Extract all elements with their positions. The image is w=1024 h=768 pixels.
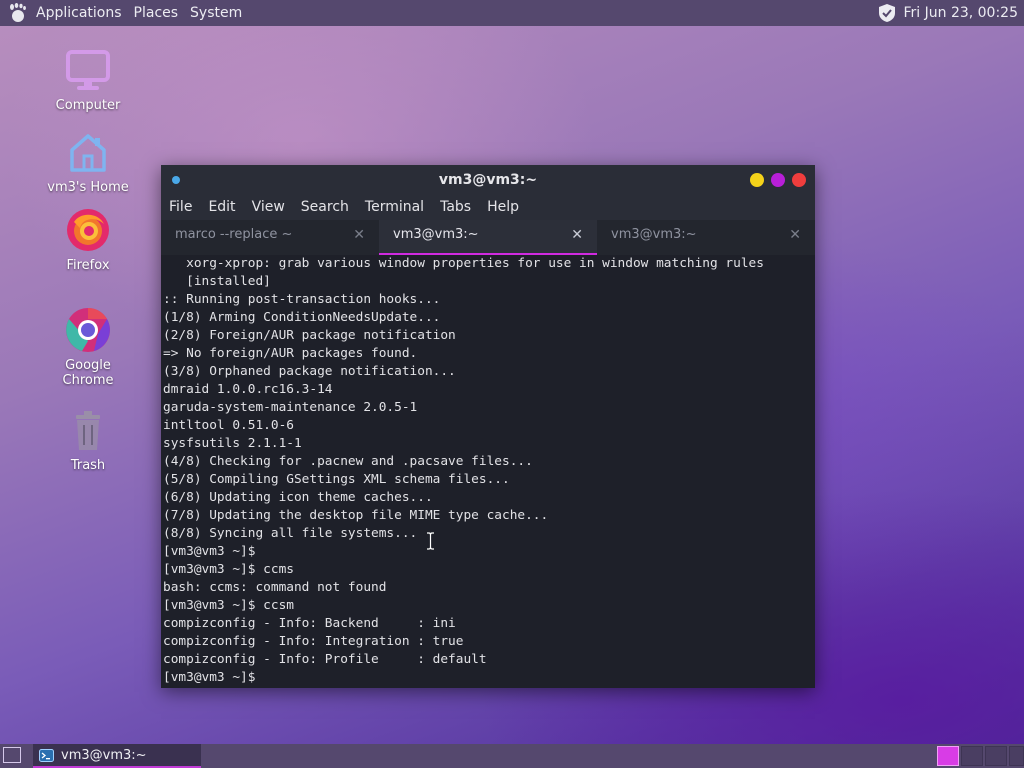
terminal-line: (1/8) Arming ConditionNeedsUpdate... — [163, 310, 441, 325]
tab-marco[interactable]: marco --replace ~ ✕ — [161, 220, 379, 255]
desktop-icon-trash[interactable]: Trash — [38, 406, 138, 473]
terminal-line: (4/8) Checking for .pacnew and .pacsave … — [163, 454, 533, 469]
terminal-line: => No foreign/AUR packages found. — [163, 346, 418, 361]
maximize-button[interactable] — [771, 173, 785, 187]
menu-view[interactable]: View — [244, 195, 293, 220]
terminal-icon — [39, 749, 54, 762]
terminal-line: intltool 0.51.0-6 — [163, 418, 294, 433]
desktop-icon-firefox[interactable]: Firefox — [38, 206, 138, 273]
desktop-icon-chrome[interactable]: Google Chrome — [38, 306, 138, 388]
terminal-line: [installed] — [163, 274, 271, 289]
home-icon — [70, 134, 106, 172]
terminal-line: (8/8) Syncing all file systems... — [163, 526, 418, 541]
i-beam-cursor-icon — [427, 532, 434, 550]
trash-icon — [76, 411, 100, 450]
close-tab-icon[interactable]: ✕ — [353, 220, 365, 250]
terminal-line: (6/8) Updating icon theme caches... — [163, 490, 433, 505]
terminal-line: [vm3@vm3 ~]$ ccms — [163, 562, 294, 577]
terminal-line: (3/8) Orphaned package notification... — [163, 364, 456, 379]
terminal-line: xorg-xprop: grab various window properti… — [163, 256, 764, 271]
chrome-icon — [66, 308, 110, 352]
terminal-line: [vm3@vm3 ~]$ ccsm — [163, 598, 294, 613]
top-panel-tray: Fri Jun 23, 00:25 — [877, 3, 1024, 23]
workspace-4-button[interactable] — [1009, 746, 1024, 766]
tab-vm3-active[interactable]: vm3@vm3:~ ✕ — [379, 220, 597, 255]
taskbar-item-terminal[interactable]: vm3@vm3:~ — [33, 744, 201, 768]
terminal-line: sysfsutils 2.1.1-1 — [163, 436, 302, 451]
top-panel: Applications Places System Fri Jun 23, 0… — [0, 0, 1024, 26]
minimize-button[interactable] — [750, 173, 764, 187]
desktop-icon-label: Google Chrome — [62, 358, 114, 388]
close-button[interactable] — [792, 173, 806, 187]
tab-vm3[interactable]: vm3@vm3:~ ✕ — [597, 220, 815, 255]
desktop-icon-label: Firefox — [66, 258, 110, 273]
terminal-line: compizconfig - Info: Integration : true — [163, 634, 464, 649]
taskbar-item-label: vm3@vm3:~ — [61, 748, 147, 763]
gnome-foot-icon[interactable] — [8, 3, 28, 23]
bottom-panel: vm3@vm3:~ — [0, 744, 1024, 768]
tab-label: vm3@vm3:~ — [611, 227, 697, 242]
desktop-icon-computer[interactable]: Computer — [38, 46, 138, 113]
menu-terminal[interactable]: Terminal — [357, 195, 432, 220]
terminal-prompt: [vm3@vm3 ~]$ — [163, 670, 256, 685]
desktop-icon-label: Computer — [55, 98, 121, 113]
workspace-3-button[interactable] — [985, 746, 1007, 766]
terminal-line: compizconfig - Info: Backend : ini — [163, 616, 456, 631]
tab-label: vm3@vm3:~ — [393, 227, 479, 242]
close-tab-icon[interactable]: ✕ — [789, 220, 801, 250]
menu-system[interactable]: System — [184, 0, 248, 26]
menu-edit[interactable]: Edit — [200, 195, 243, 220]
terminal-line: garuda-system-maintenance 2.0.5-1 — [163, 400, 418, 415]
terminal-line: compizconfig - Info: Profile : default — [163, 652, 487, 667]
menu-file[interactable]: File — [161, 195, 200, 220]
menu-tabs[interactable]: Tabs — [432, 195, 479, 220]
terminal-output[interactable]: xorg-xprop: grab various window properti… — [161, 255, 815, 688]
window-title: vm3@vm3:~ — [438, 172, 538, 188]
show-desktop-button[interactable] — [3, 747, 21, 763]
menu-search[interactable]: Search — [293, 195, 357, 220]
tab-bar: marco --replace ~ ✕ vm3@vm3:~ ✕ vm3@vm3:… — [161, 220, 815, 255]
workspace-2-button[interactable] — [961, 746, 983, 766]
terminal-line: (2/8) Foreign/AUR package notification — [163, 328, 456, 343]
terminal-line: (5/8) Compiling GSettings XML schema fil… — [163, 472, 510, 487]
terminal-line: dmraid 1.0.0.rc16.3-14 — [163, 382, 333, 397]
desktop-icon-home[interactable]: vm3's Home — [38, 128, 138, 195]
terminal-lines: xorg-xprop: grab various window properti… — [163, 255, 799, 687]
terminal-line: bash: ccms: command not found — [163, 580, 387, 595]
menu-help[interactable]: Help — [479, 195, 527, 220]
clock[interactable]: Fri Jun 23, 00:25 — [903, 5, 1018, 21]
menu-places[interactable]: Places — [128, 0, 185, 26]
desktop-icon-label: Trash — [70, 458, 106, 473]
shield-icon[interactable] — [877, 3, 897, 23]
terminal-menubar: File Edit View Search Terminal Tabs Help — [161, 195, 815, 220]
terminal-line: (7/8) Updating the desktop file MIME typ… — [163, 508, 549, 523]
firefox-icon — [67, 209, 109, 251]
monitor-icon — [66, 50, 110, 90]
close-tab-icon[interactable]: ✕ — [571, 220, 583, 250]
menu-applications[interactable]: Applications — [30, 0, 128, 26]
terminal-window[interactable]: vm3@vm3:~ File Edit View Search Terminal… — [161, 165, 815, 688]
window-titlebar[interactable]: vm3@vm3:~ — [161, 165, 815, 195]
terminal-line: :: Running post-transaction hooks... — [163, 292, 441, 307]
terminal-line: [vm3@vm3 ~]$ — [163, 544, 256, 559]
tab-label: marco --replace ~ — [175, 227, 293, 242]
workspace-1-button[interactable] — [937, 746, 959, 766]
top-menu: Applications Places System — [30, 0, 248, 26]
desktop-icon-label: vm3's Home — [47, 180, 129, 195]
